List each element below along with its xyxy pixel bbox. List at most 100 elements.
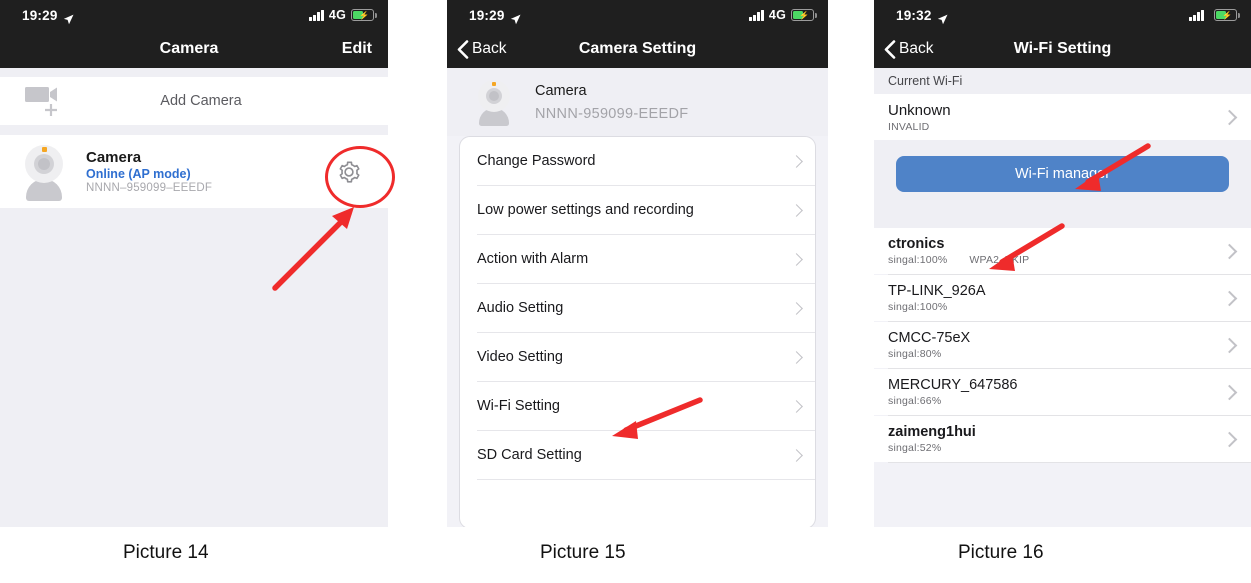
settings-row-video[interactable]: Video Setting [460,333,815,381]
chevron-right-icon [790,448,803,462]
figure-captions: Picture 14 Picture 15 Picture 16 [0,536,1251,576]
settings-row-label: Low power settings and recording [477,202,694,218]
camera-uid: NNNN–959099–EEEDF [86,182,213,194]
wifi-network-text: ctronics singal:100% WPA2_TKIP [888,236,1224,266]
chevron-right-icon [790,203,803,217]
status-bar: 19:29 4G ⚡ [0,0,388,30]
wifi-manager-button[interactable]: Wi-Fi manager [896,156,1229,192]
wifi-network-row[interactable]: CMCC-75eX singal:80% [874,322,1251,368]
section-spacer [874,140,1251,148]
phone-screenshot-camera-list: 19:29 4G ⚡ Camera Edit Add Camera Camera… [0,0,388,527]
camera-name: Camera [535,82,587,99]
chevron-right-icon [790,252,803,266]
settings-card: Change Password Low power settings and r… [459,136,816,527]
chevron-right-icon [1221,109,1238,125]
add-camera-icon [0,84,92,118]
wifi-signal-label: singal:100% [888,254,948,266]
caption-picture-15: Picture 15 [540,542,626,563]
nav-bar: Back Camera Setting [447,30,828,68]
settings-row-action-alarm[interactable]: Action with Alarm [460,235,815,283]
camera-status-badge: Online (AP mode) [86,167,191,181]
wifi-security-label: WPA2_TKIP [969,254,1030,266]
signal-bars-icon [749,9,764,21]
wifi-ssid: TP-LINK_926A [888,283,986,299]
wifi-security: INVALID [888,121,1224,133]
chevron-left-icon [457,39,469,59]
chevron-right-icon [790,154,803,168]
wifi-meta: singal:100% WPA2_TKIP [888,254,1224,266]
webcam-icon [16,143,72,201]
settings-row-partial[interactable] [460,480,815,527]
wifi-meta: singal:52% [888,442,1224,454]
chevron-right-icon [1221,431,1238,447]
signal-bars-icon [1189,9,1204,21]
add-camera-label: Add Camera [160,93,242,109]
network-type-label: 4G [328,8,346,22]
settings-row-change-password[interactable]: Change Password [460,137,815,185]
battery-charging-icon: ⚡ [1214,9,1240,21]
empty-list-area [0,208,388,527]
caption-picture-14: Picture 14 [123,542,209,563]
camera-thumbnail [471,78,517,126]
page-title: Camera [159,40,219,57]
wifi-network-row[interactable]: ctronics singal:100% WPA2_TKIP [874,228,1251,274]
wifi-security-label: INVALID [888,120,930,133]
status-bar-right: ⚡ [1189,9,1240,21]
nav-bar: Camera Edit [0,30,388,68]
wifi-network-row[interactable]: TP-LINK_926A singal:100% [874,275,1251,321]
status-bar-left: 19:32 [896,8,948,25]
wifi-network-row[interactable]: MERCURY_647586 singal:66% [874,369,1251,415]
chevron-right-icon [1221,290,1238,306]
camera-header-text: Camera NNNN-959099-EEEDF [535,83,688,122]
chevron-right-icon [1221,384,1238,400]
wifi-network-text: MERCURY_647586 singal:66% [888,377,1224,407]
wifi-ssid: ctronics [888,236,945,252]
back-label: Back [899,40,934,57]
wifi-meta: singal:80% [888,348,1224,360]
figure-stage: 19:29 4G ⚡ Camera Edit Add Camera Camera… [0,0,1251,583]
phone-screenshot-wifi-setting: 19:32 ⚡ Back Wi-Fi Setting Current Wi-Fi… [874,0,1251,527]
chevron-right-icon [790,350,803,364]
current-wifi-header: Current Wi-Fi [874,68,1251,94]
settings-row-label: Audio Setting [477,300,564,316]
add-camera-row[interactable]: Add Camera [0,77,388,125]
edit-button[interactable]: Edit [342,40,388,58]
status-time: 19:29 [469,7,505,23]
settings-row-label: Wi-Fi Setting [477,398,560,414]
nav-bar: Back Wi-Fi Setting [874,30,1251,68]
status-bar-left: 19:29 [469,7,521,25]
wifi-ssid: zaimeng1hui [888,424,976,440]
back-label: Back [472,40,507,57]
wifi-network-text: zaimeng1hui singal:52% [888,424,1224,454]
list-spacer-2 [0,125,388,135]
chevron-right-icon [1221,243,1238,259]
camera-thumbnail [16,143,72,201]
chevron-left-icon [884,39,896,59]
phone-screenshot-camera-setting: 19:29 4G ⚡ Back Camera Setting Camera NN… [447,0,828,527]
status-bar-right: 4G ⚡ [749,8,817,22]
chevron-right-icon [1221,337,1238,353]
wifi-ssid: CMCC-75eX [888,330,971,346]
wifi-ssid: Unknown [888,101,951,119]
wifi-signal-label: singal:66% [888,395,942,407]
wifi-meta: singal:100% [888,301,1224,313]
settings-row-audio[interactable]: Audio Setting [460,284,815,332]
status-time: 19:29 [22,7,58,23]
wifi-network-row[interactable]: zaimeng1hui singal:52% [874,416,1251,462]
settings-row-low-power[interactable]: Low power settings and recording [460,186,815,234]
settings-row-label: Change Password [477,153,596,169]
back-button[interactable]: Back [447,39,507,59]
settings-row-sdcard[interactable]: SD Card Setting [460,431,815,479]
current-wifi-row[interactable]: Unknown INVALID [874,94,1251,140]
camera-name: Camera [86,149,142,166]
wifi-manager-band: Wi-Fi manager [874,148,1251,200]
battery-charging-icon: ⚡ [791,9,817,21]
wifi-signal-label: singal:52% [888,442,942,454]
annotation-ellipse-gear [325,146,395,208]
wifi-meta: singal:66% [888,395,1224,407]
section-spacer-2 [874,200,1251,228]
status-bar-right: 4G ⚡ [309,8,377,22]
chevron-right-icon [790,301,803,315]
settings-row-wifi[interactable]: Wi-Fi Setting [460,382,815,430]
back-button[interactable]: Back [874,39,934,59]
